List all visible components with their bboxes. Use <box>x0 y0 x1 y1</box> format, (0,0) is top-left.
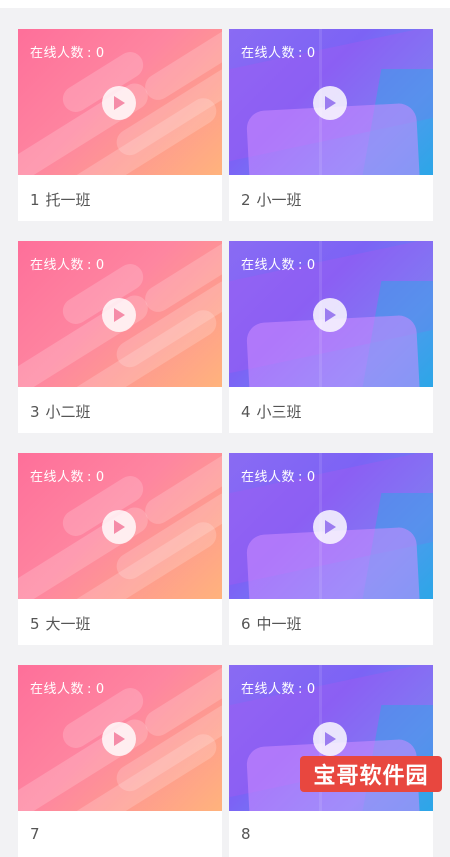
play-icon[interactable] <box>313 86 347 120</box>
class-thumbnail[interactable]: 在线人数:0 <box>229 241 433 387</box>
play-icon[interactable] <box>102 510 136 544</box>
class-card[interactable]: 在线人数:0 3 小二班 <box>18 241 222 433</box>
class-number: 2 <box>241 191 251 209</box>
class-thumbnail[interactable]: 在线人数:0 <box>18 241 222 387</box>
class-name: 中一班 <box>256 615 302 633</box>
online-count-label: 在线人数:0 <box>30 466 105 485</box>
online-label-text: 在线人数 <box>30 682 85 697</box>
class-title: 7 <box>30 825 46 843</box>
online-label-separator: : <box>87 470 92 485</box>
class-number: 1 <box>30 191 40 209</box>
online-count-label: 在线人数:0 <box>241 466 316 485</box>
class-grid: 在线人数:0 1 托一班 在线人数:0 2 小一班 在线人数:0 3 小二班 在线人数:0 4 小三班… <box>0 0 450 857</box>
online-label-separator: : <box>298 46 303 61</box>
online-count-value: 0 <box>306 258 316 273</box>
class-title: 4 小三班 <box>241 401 302 422</box>
class-card[interactable]: 在线人数:0 6 中一班 <box>229 453 433 645</box>
play-icon[interactable] <box>313 722 347 756</box>
online-count-value: 0 <box>306 682 316 697</box>
class-name: 小一班 <box>256 191 302 209</box>
class-title: 6 中一班 <box>241 613 302 634</box>
class-card[interactable]: 在线人数:0 7 <box>18 665 222 857</box>
class-title: 5 大一班 <box>30 613 91 634</box>
online-label-text: 在线人数 <box>241 258 296 273</box>
class-number: 6 <box>241 615 251 633</box>
online-label-text: 在线人数 <box>241 470 296 485</box>
online-count-label: 在线人数:0 <box>30 678 105 697</box>
class-title: 1 托一班 <box>30 189 91 210</box>
online-label-text: 在线人数 <box>30 258 85 273</box>
online-count-label: 在线人数:0 <box>241 678 316 697</box>
class-title: 3 小二班 <box>30 401 91 422</box>
online-label-separator: : <box>87 258 92 273</box>
play-icon[interactable] <box>313 510 347 544</box>
online-label-separator: : <box>87 682 92 697</box>
online-count-value: 0 <box>95 470 105 485</box>
online-count-value: 0 <box>306 46 316 61</box>
class-name: 小三班 <box>256 403 302 421</box>
class-thumbnail[interactable]: 在线人数:0 <box>18 665 222 811</box>
class-thumbnail[interactable]: 在线人数:0 <box>229 29 433 175</box>
class-name: 大一班 <box>45 615 91 633</box>
online-label-text: 在线人数 <box>241 46 296 61</box>
online-label-separator: : <box>298 470 303 485</box>
online-count-label: 在线人数:0 <box>30 254 105 273</box>
online-label-separator: : <box>87 46 92 61</box>
class-card[interactable]: 在线人数:0 5 大一班 <box>18 453 222 645</box>
class-number: 7 <box>30 825 40 843</box>
play-icon[interactable] <box>313 298 347 332</box>
online-count-value: 0 <box>95 682 105 697</box>
online-label-text: 在线人数 <box>241 682 296 697</box>
online-label-text: 在线人数 <box>30 470 85 485</box>
online-count-value: 0 <box>95 46 105 61</box>
class-name: 小二班 <box>45 403 91 421</box>
class-number: 3 <box>30 403 40 421</box>
watermark-logo: 宝哥软件园 <box>300 756 442 792</box>
play-icon[interactable] <box>102 722 136 756</box>
class-number: 8 <box>241 825 251 843</box>
class-card[interactable]: 在线人数:0 1 托一班 <box>18 29 222 221</box>
online-count-value: 0 <box>95 258 105 273</box>
class-number: 4 <box>241 403 251 421</box>
play-icon[interactable] <box>102 86 136 120</box>
online-label-text: 在线人数 <box>30 46 85 61</box>
class-title: 2 小一班 <box>241 189 302 210</box>
online-label-separator: : <box>298 682 303 697</box>
class-thumbnail[interactable]: 在线人数:0 <box>18 29 222 175</box>
play-icon[interactable] <box>102 298 136 332</box>
class-title: 8 <box>241 825 257 843</box>
class-card[interactable]: 在线人数:0 4 小三班 <box>229 241 433 433</box>
online-label-separator: : <box>298 258 303 273</box>
class-card[interactable]: 在线人数:0 2 小一班 <box>229 29 433 221</box>
online-count-value: 0 <box>306 470 316 485</box>
online-count-label: 在线人数:0 <box>241 42 316 61</box>
online-count-label: 在线人数:0 <box>30 42 105 61</box>
class-thumbnail[interactable]: 在线人数:0 <box>229 453 433 599</box>
class-number: 5 <box>30 615 40 633</box>
class-name: 托一班 <box>45 191 91 209</box>
class-thumbnail[interactable]: 在线人数:0 <box>18 453 222 599</box>
online-count-label: 在线人数:0 <box>241 254 316 273</box>
